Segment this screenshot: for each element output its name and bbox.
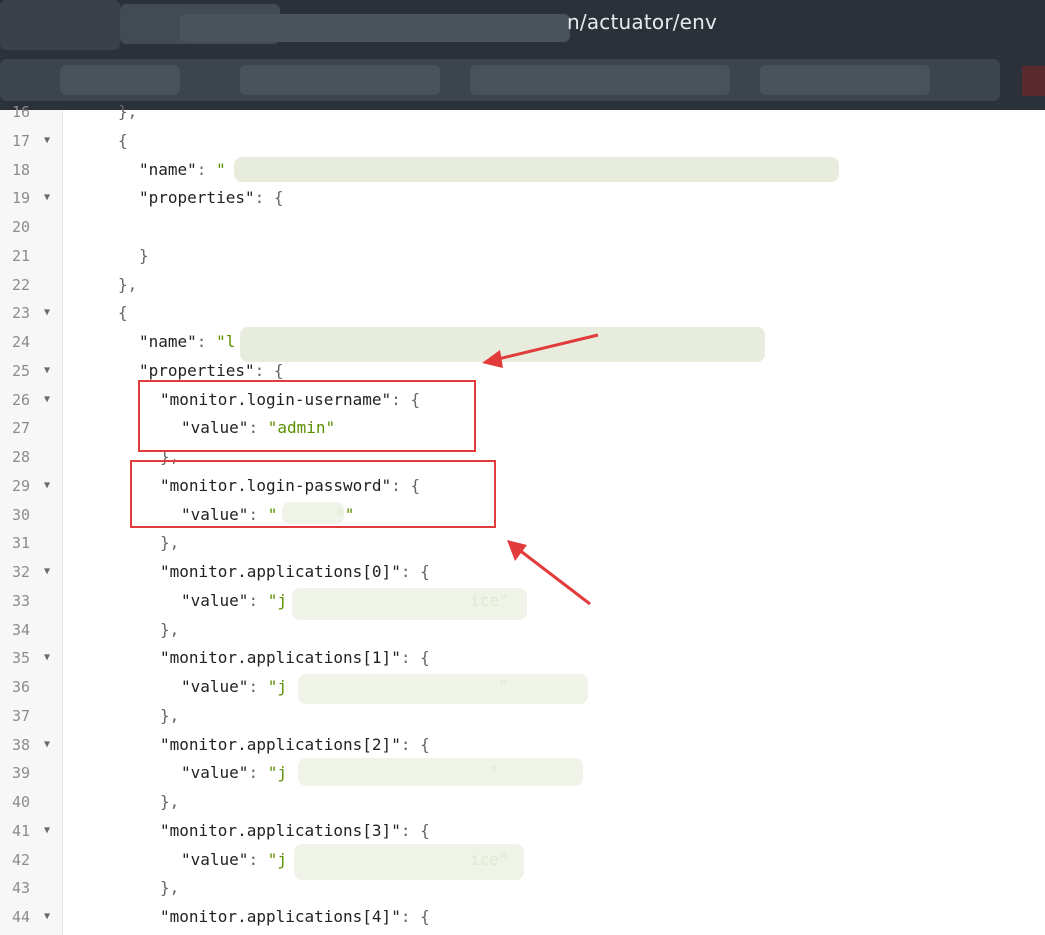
annotation-arrows xyxy=(482,333,599,606)
arrow-to-name-head xyxy=(482,350,503,368)
arrow-to-password xyxy=(517,547,591,606)
arrow-to-name xyxy=(493,333,599,362)
arrow-to-password-head xyxy=(507,540,527,561)
